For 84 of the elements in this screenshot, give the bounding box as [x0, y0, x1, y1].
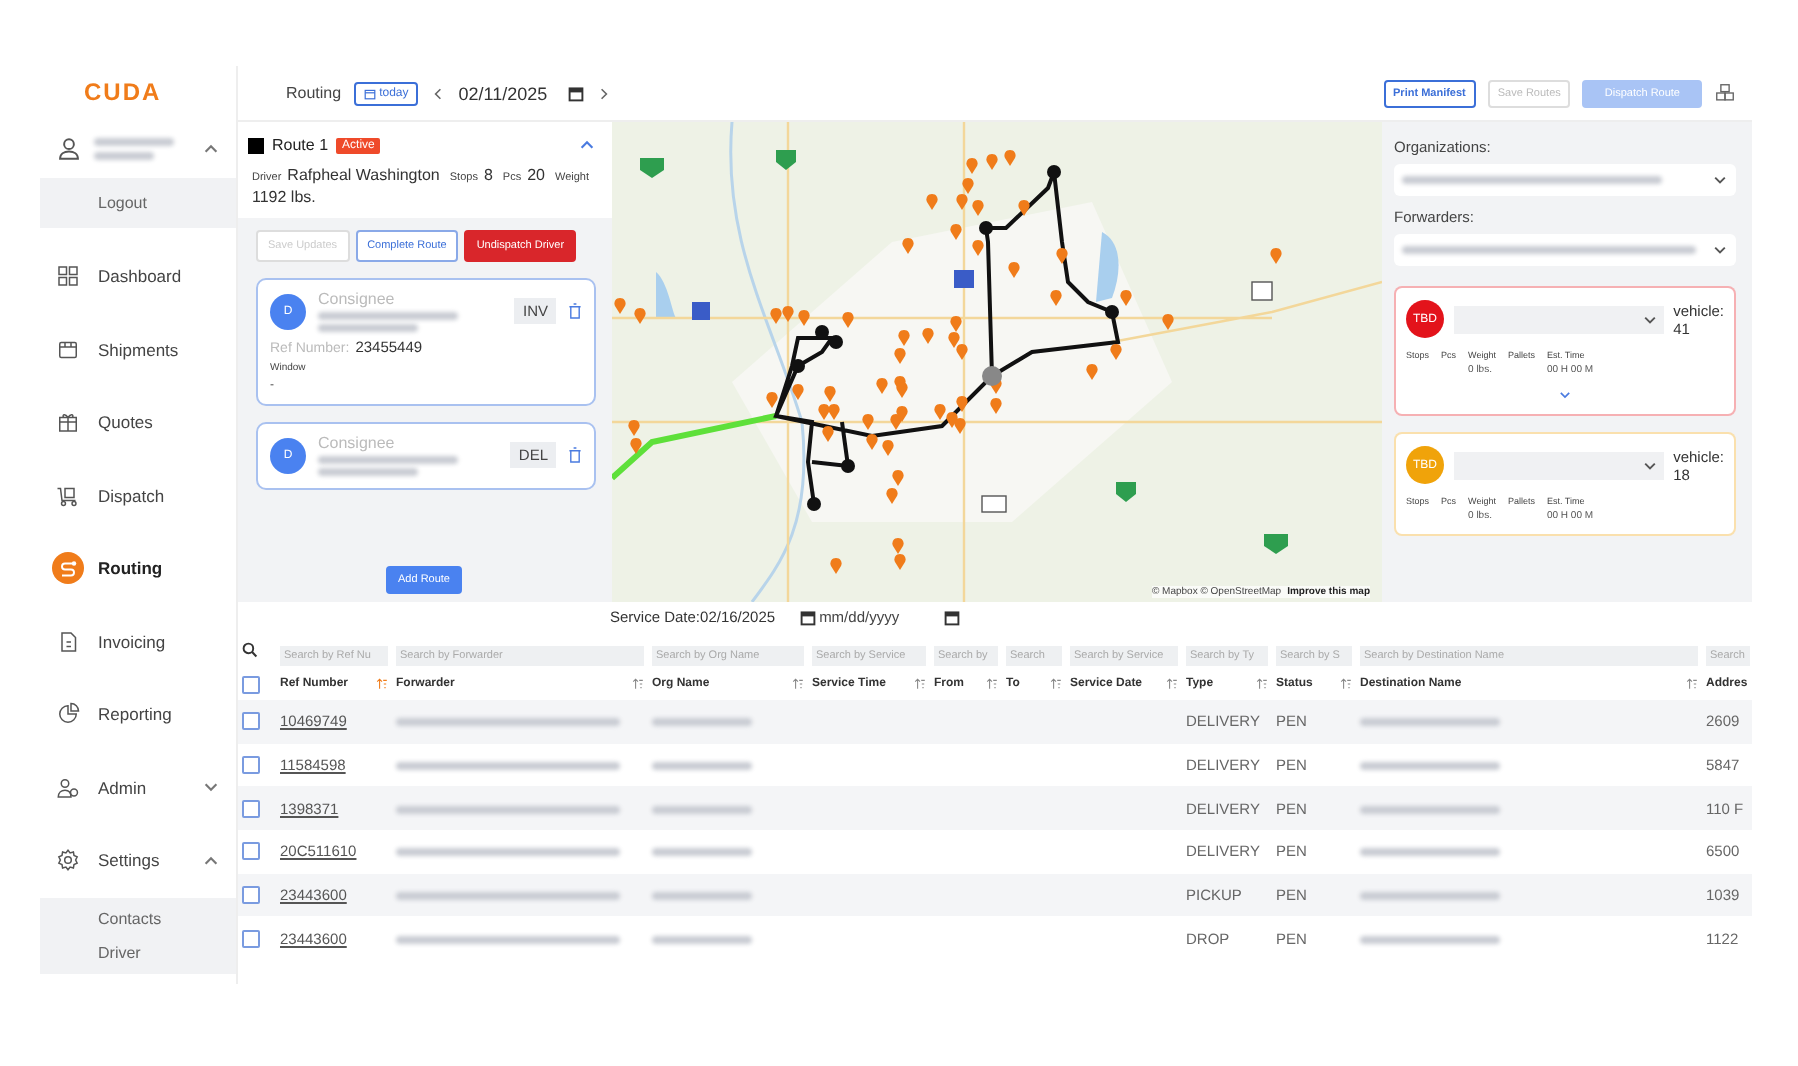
trash-icon[interactable] [568, 302, 582, 320]
redacted-text [1360, 805, 1500, 814]
weight-value: 1192 lbs. [252, 188, 316, 206]
redacted-text [318, 456, 458, 464]
driver-name: Rafpheal Washington [287, 166, 440, 184]
nav-item[interactable]: Settings [40, 824, 236, 897]
nav-item[interactable]: Dispatch [40, 459, 236, 532]
route-title: Route 1 [272, 136, 329, 154]
redacted-text [1360, 718, 1500, 727]
sort-icon[interactable] [1686, 678, 1698, 690]
settings-icon [56, 848, 80, 873]
sort-icon[interactable] [376, 678, 388, 690]
row-checkbox[interactable] [242, 842, 260, 861]
user-icon [56, 136, 82, 162]
sort-icon[interactable] [792, 678, 804, 690]
redacted-text [1360, 892, 1500, 901]
nav-item[interactable]: Quotes [40, 386, 236, 459]
calendar-icon [943, 609, 960, 625]
sort-icon[interactable] [1256, 678, 1268, 690]
previous-icon[interactable] [430, 85, 447, 101]
page-title: Routing [286, 84, 342, 102]
route-color-swatch [248, 137, 264, 153]
row-checkbox[interactable] [242, 712, 260, 731]
chevron-icon [1712, 172, 1728, 188]
redacted-text [94, 152, 154, 160]
cubes-icon[interactable] [1714, 82, 1736, 104]
nav-item[interactable]: Invoicing [40, 605, 236, 678]
redacted-text [652, 805, 752, 814]
logout-link[interactable]: Logout [40, 178, 236, 228]
chevron-icon [1641, 311, 1658, 327]
sort-icon[interactable] [1340, 678, 1352, 690]
stops-count: 8 [483, 166, 493, 184]
redacted-text [1360, 848, 1500, 857]
redacted-text [652, 892, 752, 901]
logo: CUDA [82, 76, 164, 110]
chevron-icon[interactable] [1558, 388, 1572, 402]
sort-icon[interactable] [632, 678, 644, 690]
redacted-text [652, 762, 752, 771]
route-icon [56, 556, 80, 581]
redacted-text [652, 848, 752, 857]
redacted-text [1360, 935, 1500, 944]
chevron-icon[interactable] [202, 778, 220, 797]
row-checkbox[interactable] [242, 929, 260, 948]
redacted-text [652, 718, 752, 727]
chevron-icon[interactable] [578, 136, 596, 154]
select-all-checkbox[interactable] [242, 675, 260, 693]
box-icon [56, 337, 80, 362]
trash-icon[interactable] [568, 446, 582, 464]
nav-item[interactable]: Admin [40, 751, 236, 824]
redacted-text [318, 312, 458, 320]
nav-item[interactable]: Reporting [40, 678, 236, 751]
nav-item[interactable]: Dashboard [40, 240, 236, 313]
row-checkbox[interactable] [242, 799, 260, 818]
gift-icon [56, 410, 80, 435]
map-drawing[interactable] [612, 122, 1382, 602]
chevron-icon [1641, 457, 1658, 473]
document-icon [56, 629, 80, 654]
pieces-count: 20 [527, 166, 545, 184]
date-text: 02/11/2025 [458, 83, 548, 103]
search-icon [242, 642, 258, 658]
redacted-text [94, 138, 174, 146]
nav-item[interactable]: Shipments [40, 313, 236, 386]
redacted-text [652, 935, 752, 944]
role-label: Consignee [318, 434, 397, 452]
sort-icon[interactable] [1050, 678, 1062, 690]
sort-icon[interactable] [986, 678, 998, 690]
users-icon [56, 775, 80, 800]
chevron-icon [1712, 242, 1728, 258]
role-label: Consignee [318, 290, 397, 308]
truck-icon [56, 483, 80, 508]
redacted-text [1360, 762, 1500, 771]
chevron-icon[interactable] [202, 140, 220, 158]
calendar-icon [363, 87, 376, 99]
sort-icon[interactable] [914, 678, 926, 690]
nav-item[interactable]: Routing [40, 532, 236, 605]
calendar-icon [799, 609, 816, 625]
sort-icon[interactable] [1166, 678, 1178, 690]
calendar-icon[interactable] [567, 85, 584, 101]
grid-icon [56, 264, 80, 289]
pie-chart-icon [56, 702, 80, 727]
row-checkbox[interactable] [242, 756, 260, 775]
next-icon[interactable] [595, 85, 612, 101]
row-checkbox[interactable] [242, 886, 260, 905]
chevron-icon[interactable] [202, 851, 220, 870]
